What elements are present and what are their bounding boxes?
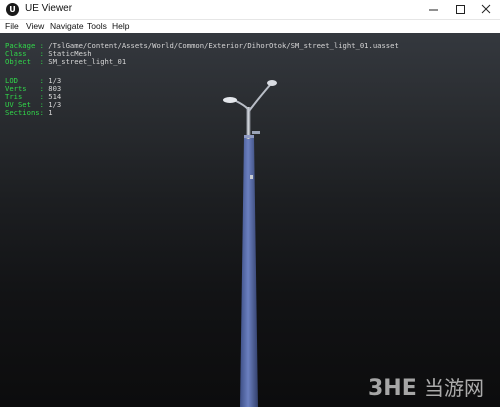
- watermark-text: 当游网: [424, 376, 484, 400]
- maximize-icon: [456, 5, 465, 14]
- minimize-button[interactable]: [420, 0, 447, 20]
- maximize-button[interactable]: [447, 0, 474, 20]
- menu-view[interactable]: View: [26, 20, 44, 33]
- title-bar: U UE Viewer: [0, 0, 500, 20]
- menu-file[interactable]: File: [5, 20, 19, 33]
- close-icon: [481, 4, 491, 14]
- window-title: UE Viewer: [25, 3, 73, 14]
- menu-bar: File View Navigate Tools Help: [0, 20, 500, 33]
- watermark-logo: 3HE 当游网: [368, 376, 484, 401]
- mesh-viewport[interactable]: Package : /TslGame/Content/Assets/World/…: [0, 33, 500, 407]
- watermark-logo-text: 3HE: [368, 376, 417, 401]
- menu-help[interactable]: Help: [112, 20, 129, 33]
- close-button[interactable]: [473, 0, 500, 20]
- street-light-mesh: [223, 80, 277, 407]
- minimize-icon: [429, 9, 438, 11]
- menu-navigate[interactable]: Navigate: [50, 20, 84, 33]
- ue-viewer-logo-icon: U: [6, 3, 19, 16]
- menu-tools[interactable]: Tools: [87, 20, 107, 33]
